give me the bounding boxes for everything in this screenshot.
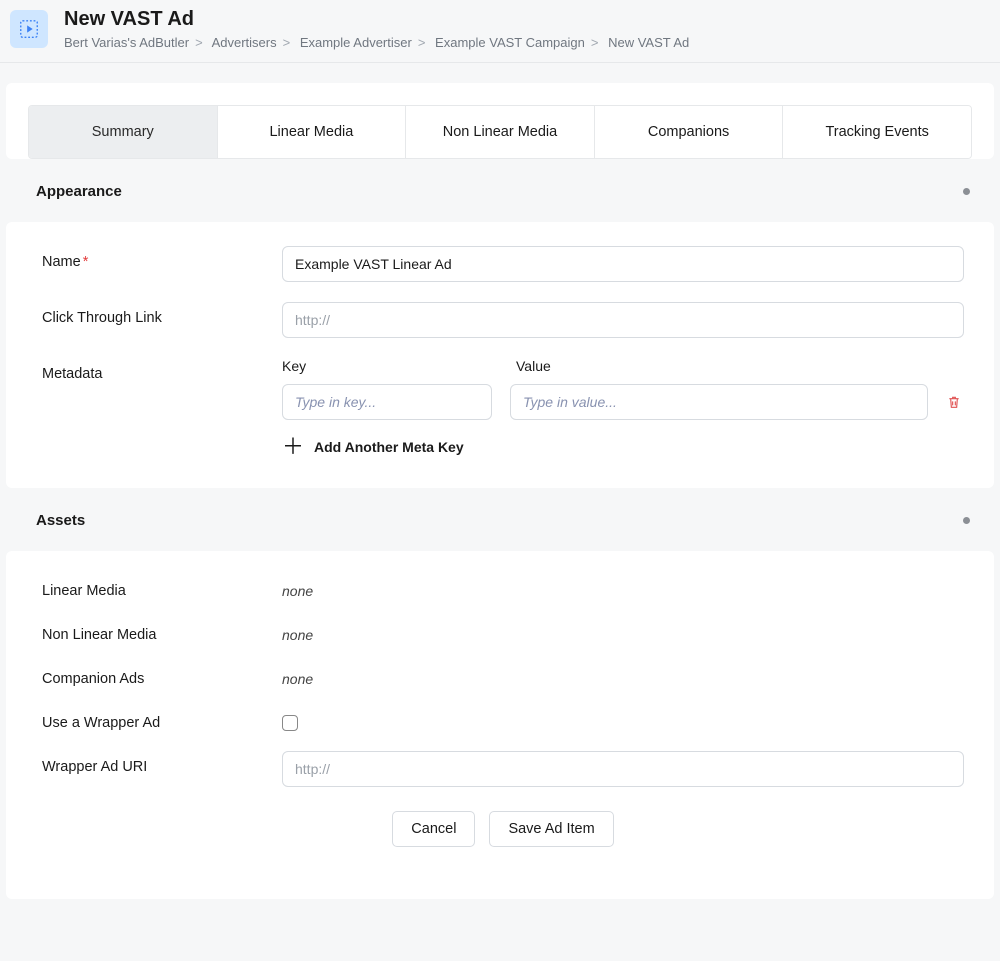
- breadcrumb-item[interactable]: Advertisers: [212, 35, 277, 50]
- companion-ads-label: Companion Ads: [42, 663, 282, 687]
- breadcrumb: Bert Varias's AdButler> Advertisers> Exa…: [64, 35, 988, 50]
- companion-ads-value: none: [282, 663, 964, 687]
- section-collapse-dot[interactable]: [963, 517, 970, 524]
- cancel-button[interactable]: Cancel: [392, 811, 475, 847]
- add-meta-button[interactable]: ＋ Add Another Meta Key: [282, 436, 964, 458]
- tabs: Summary Linear Media Non Linear Media Co…: [28, 105, 972, 159]
- plus-icon: ＋: [282, 436, 304, 458]
- metadata-key-header: Key: [282, 358, 492, 374]
- click-through-input[interactable]: [282, 302, 964, 338]
- wrapper-checkbox[interactable]: [282, 715, 298, 731]
- breadcrumb-item[interactable]: Example VAST Campaign: [435, 35, 585, 50]
- metadata-key-input[interactable]: [282, 384, 492, 420]
- app-icon: [10, 10, 48, 48]
- video-icon: [18, 18, 40, 40]
- breadcrumb-item[interactable]: New VAST Ad: [608, 35, 689, 50]
- trash-icon: [946, 394, 962, 410]
- breadcrumb-item[interactable]: Example Advertiser: [300, 35, 412, 50]
- required-mark: *: [83, 254, 89, 270]
- wrapper-checkbox-label: Use a Wrapper Ad: [42, 707, 282, 731]
- delete-meta-button[interactable]: [946, 394, 964, 410]
- tab-companions[interactable]: Companions: [595, 106, 784, 158]
- name-label: Name*: [42, 246, 282, 270]
- name-input[interactable]: [282, 246, 964, 282]
- tab-summary[interactable]: Summary: [29, 106, 218, 158]
- breadcrumb-item[interactable]: Bert Varias's AdButler: [64, 35, 189, 50]
- metadata-value-input[interactable]: [510, 384, 928, 420]
- wrapper-uri-input[interactable]: [282, 751, 964, 787]
- tab-non-linear-media[interactable]: Non Linear Media: [406, 106, 595, 158]
- tab-linear-media[interactable]: Linear Media: [218, 106, 407, 158]
- section-collapse-dot[interactable]: [963, 188, 970, 195]
- page-title: New VAST Ad: [64, 8, 988, 31]
- linear-media-label: Linear Media: [42, 575, 282, 599]
- section-title-assets: Assets: [36, 512, 85, 529]
- save-button[interactable]: Save Ad Item: [489, 811, 613, 847]
- metadata-label: Metadata: [42, 358, 282, 382]
- section-title-appearance: Appearance: [36, 183, 122, 200]
- metadata-value-header: Value: [516, 358, 551, 374]
- non-linear-media-label: Non Linear Media: [42, 619, 282, 643]
- linear-media-value: none: [282, 575, 964, 599]
- non-linear-media-value: none: [282, 619, 964, 643]
- tab-tracking-events[interactable]: Tracking Events: [783, 106, 971, 158]
- wrapper-uri-label: Wrapper Ad URI: [42, 751, 282, 775]
- click-through-label: Click Through Link: [42, 302, 282, 326]
